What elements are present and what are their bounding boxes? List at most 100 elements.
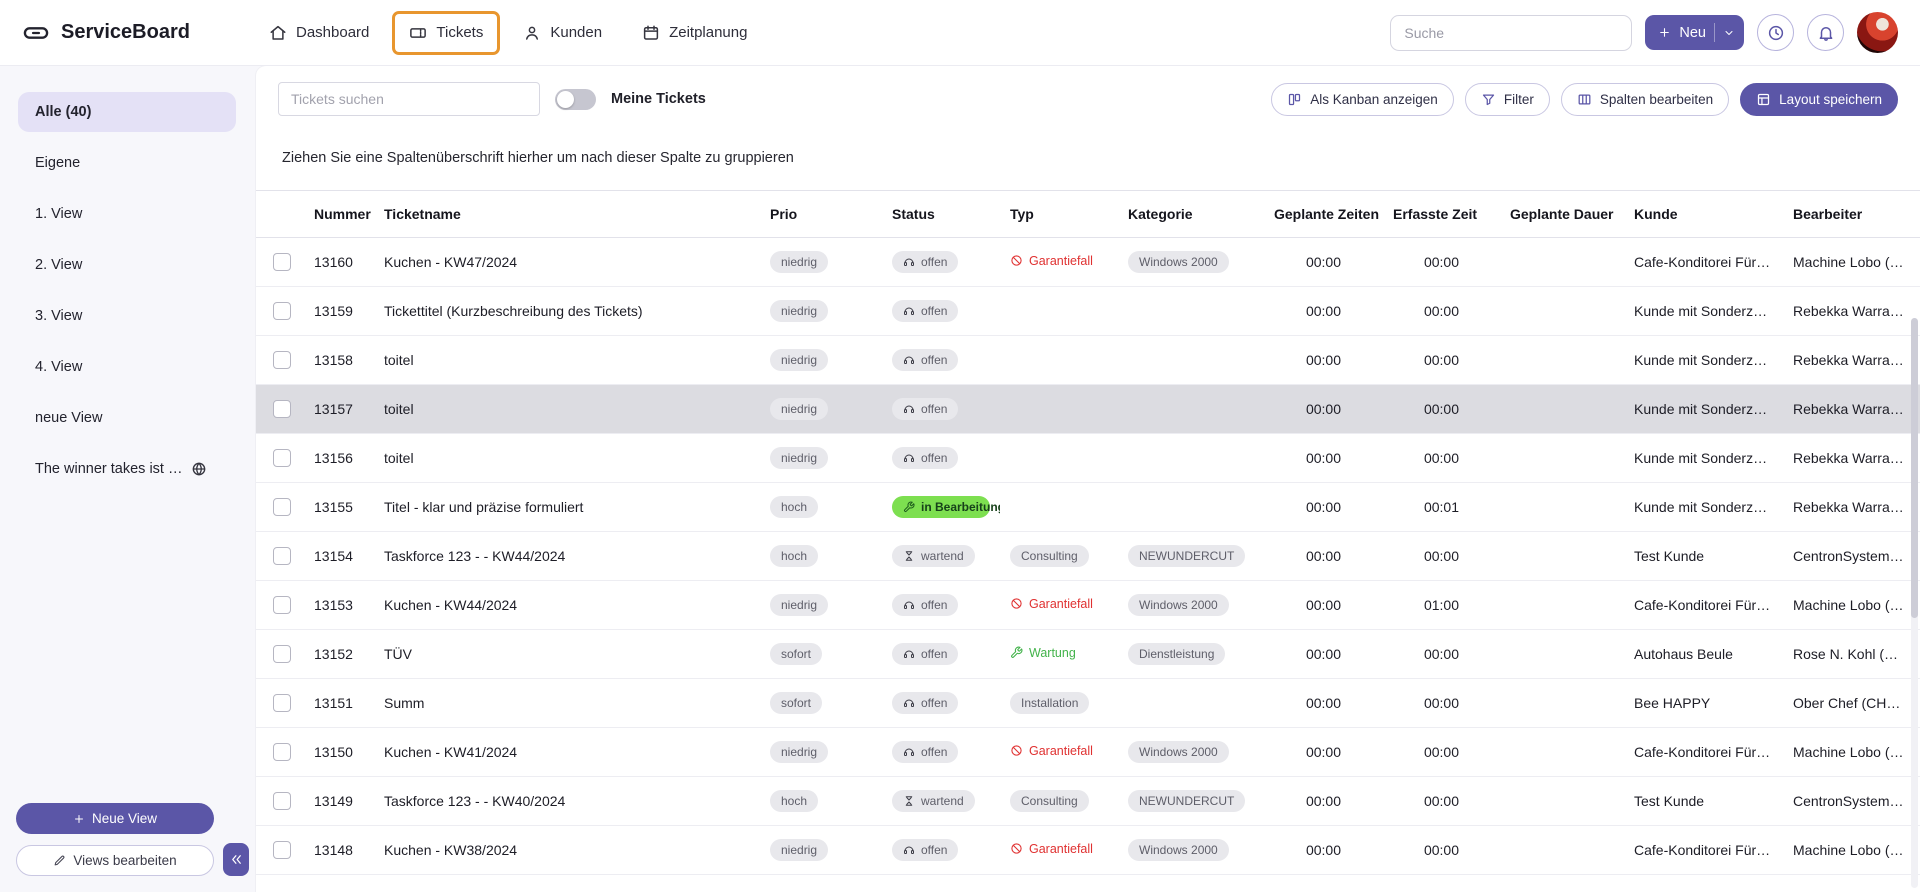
- row-checkbox[interactable]: [273, 253, 291, 271]
- table-row[interactable]: 13151SummsofortoffenInstallation00:0000:…: [256, 679, 1920, 728]
- table-row[interactable]: 13148Kuchen - KW38/2024niedrigoffenGaran…: [256, 826, 1920, 875]
- row-checkbox[interactable]: [273, 400, 291, 418]
- nav-item-zeitplanung[interactable]: Zeitplanung: [629, 15, 760, 51]
- sidebar-view-item[interactable]: 3. View: [18, 296, 236, 336]
- ticket-number[interactable]: 13153: [304, 581, 374, 630]
- views-bearbeiten-button[interactable]: Views bearbeiten: [16, 845, 214, 876]
- table-row[interactable]: 13157toitelniedrigoffen00:0000:00Kunde m…: [256, 385, 1920, 434]
- row-checkbox[interactable]: [273, 449, 291, 467]
- row-checkbox[interactable]: [273, 694, 291, 712]
- nav-item-tickets[interactable]: Tickets: [396, 15, 496, 51]
- meine-tickets-toggle[interactable]: [555, 89, 596, 110]
- ticket-name[interactable]: Taskforce 123 - - KW44/2024: [374, 532, 760, 581]
- table-row[interactable]: 13156toitelniedrigoffen00:0000:00Kunde m…: [256, 434, 1920, 483]
- sidebar-view-item[interactable]: neue View: [18, 398, 236, 438]
- global-search-input[interactable]: [1390, 15, 1632, 51]
- erfasste-zeit-cell: 00:00: [1383, 238, 1500, 287]
- column-header-nummer[interactable]: Nummer: [304, 191, 374, 238]
- table-row[interactable]: 13158toitelniedrigoffen00:0000:00Kunde m…: [256, 336, 1920, 385]
- ticket-number[interactable]: 13159: [304, 287, 374, 336]
- button-divider: [1714, 23, 1715, 42]
- column-header-kategorie[interactable]: Kategorie: [1118, 191, 1264, 238]
- nav-item-dashboard[interactable]: Dashboard: [256, 15, 382, 51]
- table-row[interactable]: 13160Kuchen - KW47/2024niedrigoffenGaran…: [256, 238, 1920, 287]
- status-cell: offen: [882, 336, 1000, 385]
- time-tracking-button[interactable]: [1757, 14, 1794, 51]
- ticket-name[interactable]: toitel: [374, 336, 760, 385]
- kunde-cell: Kunde mit Sonderzeic…: [1624, 483, 1783, 532]
- ticket-number[interactable]: 13152: [304, 630, 374, 679]
- ticket-number[interactable]: 13158: [304, 336, 374, 385]
- column-header-prio[interactable]: Prio: [760, 191, 882, 238]
- filter-button[interactable]: Filter: [1465, 83, 1550, 116]
- save-layout-icon: [1756, 92, 1771, 107]
- table-row[interactable]: 13149Taskforce 123 - - KW40/2024hochwart…: [256, 777, 1920, 826]
- chevron-down-icon[interactable]: [1723, 27, 1735, 39]
- bearbeiter-cell: Machine Lobo (…: [1783, 826, 1920, 875]
- row-checkbox[interactable]: [273, 792, 291, 810]
- nav-item-kunden[interactable]: Kunden: [510, 15, 615, 51]
- sidebar-view-item[interactable]: The winner takes ist …: [18, 449, 236, 489]
- save-layout-button[interactable]: Layout speichern: [1740, 83, 1898, 116]
- avatar[interactable]: [1857, 12, 1898, 53]
- neu-button[interactable]: Neu: [1645, 15, 1744, 50]
- table-row[interactable]: 13152TÜVsofortoffenWartungDienstleistung…: [256, 630, 1920, 679]
- ticket-number[interactable]: 13151: [304, 679, 374, 728]
- ticket-number[interactable]: 13157: [304, 385, 374, 434]
- ticket-name[interactable]: Kuchen - KW38/2024: [374, 826, 760, 875]
- column-header-status[interactable]: Status: [882, 191, 1000, 238]
- row-checkbox[interactable]: [273, 645, 291, 663]
- column-header-geplante-zeiten[interactable]: Geplante Zeiten: [1264, 191, 1383, 238]
- ticket-name[interactable]: Taskforce 123 - - KW40/2024: [374, 777, 760, 826]
- tickets-search-input[interactable]: [278, 82, 540, 116]
- row-checkbox[interactable]: [273, 743, 291, 761]
- sidebar-view-item[interactable]: Eigene: [18, 143, 236, 183]
- sidebar-view-item[interactable]: 1. View: [18, 194, 236, 234]
- ticket-number[interactable]: 13150: [304, 728, 374, 777]
- row-checkbox[interactable]: [273, 596, 291, 614]
- row-checkbox[interactable]: [273, 351, 291, 369]
- edit-columns-button[interactable]: Spalten bearbeiten: [1561, 83, 1729, 116]
- ticket-name[interactable]: Kuchen - KW47/2024: [374, 238, 760, 287]
- sidebar-view-item[interactable]: 2. View: [18, 245, 236, 285]
- scrollbar-thumb[interactable]: [1911, 318, 1918, 618]
- row-checkbox[interactable]: [273, 841, 291, 859]
- sidebar-view-item[interactable]: Alle (40): [18, 92, 236, 132]
- ticket-name[interactable]: Summ: [374, 679, 760, 728]
- ticket-name[interactable]: Kuchen - KW41/2024: [374, 728, 760, 777]
- sidebar-view-item[interactable]: 4. View: [18, 347, 236, 387]
- table-row[interactable]: 13153Kuchen - KW44/2024niedrigoffenGaran…: [256, 581, 1920, 630]
- notifications-button[interactable]: [1807, 14, 1844, 51]
- ticket-number[interactable]: 13149: [304, 777, 374, 826]
- neue-view-button[interactable]: Neue View: [16, 803, 214, 834]
- row-checkbox[interactable]: [273, 547, 291, 565]
- ticket-name[interactable]: TÜV: [374, 630, 760, 679]
- column-header-erfasste-zeit[interactable]: Erfasste Zeit: [1383, 191, 1500, 238]
- row-checkbox[interactable]: [273, 498, 291, 516]
- ticket-name[interactable]: toitel: [374, 434, 760, 483]
- ticket-number[interactable]: 13156: [304, 434, 374, 483]
- ticket-number[interactable]: 13155: [304, 483, 374, 532]
- kanban-view-button[interactable]: Als Kanban anzeigen: [1271, 83, 1454, 116]
- ticket-name[interactable]: Kuchen - KW44/2024: [374, 581, 760, 630]
- row-checkbox[interactable]: [273, 302, 291, 320]
- ticket-name[interactable]: Tickettitel (Kurzbeschreibung des Ticket…: [374, 287, 760, 336]
- ticket-name[interactable]: Titel - klar und präzise formuliert: [374, 483, 760, 532]
- column-header-geplante-dauer[interactable]: Geplante Dauer: [1500, 191, 1624, 238]
- column-header-typ[interactable]: Typ: [1000, 191, 1118, 238]
- ticket-number[interactable]: 13148: [304, 826, 374, 875]
- column-header-bearbeiter[interactable]: Bearbeiter: [1783, 191, 1920, 238]
- geplante-zeiten-cell: 00:00: [1264, 630, 1383, 679]
- kategorie-cell: NEWUNDERCUT: [1118, 777, 1264, 826]
- table-row[interactable]: 13154Taskforce 123 - - KW44/2024hochwart…: [256, 532, 1920, 581]
- table-row[interactable]: 13150Kuchen - KW41/2024niedrigoffenGaran…: [256, 728, 1920, 777]
- table-row[interactable]: 13155Titel - klar und präzise formuliert…: [256, 483, 1920, 532]
- ticket-number[interactable]: 13160: [304, 238, 374, 287]
- column-header-kunde[interactable]: Kunde: [1624, 191, 1783, 238]
- status-cell: offen: [882, 287, 1000, 336]
- ticket-number[interactable]: 13154: [304, 532, 374, 581]
- table-row[interactable]: 13159Tickettitel (Kurzbeschreibung des T…: [256, 287, 1920, 336]
- column-header-ticketname[interactable]: Ticketname: [374, 191, 760, 238]
- sidebar-collapse-button[interactable]: [223, 843, 249, 876]
- ticket-name[interactable]: toitel: [374, 385, 760, 434]
